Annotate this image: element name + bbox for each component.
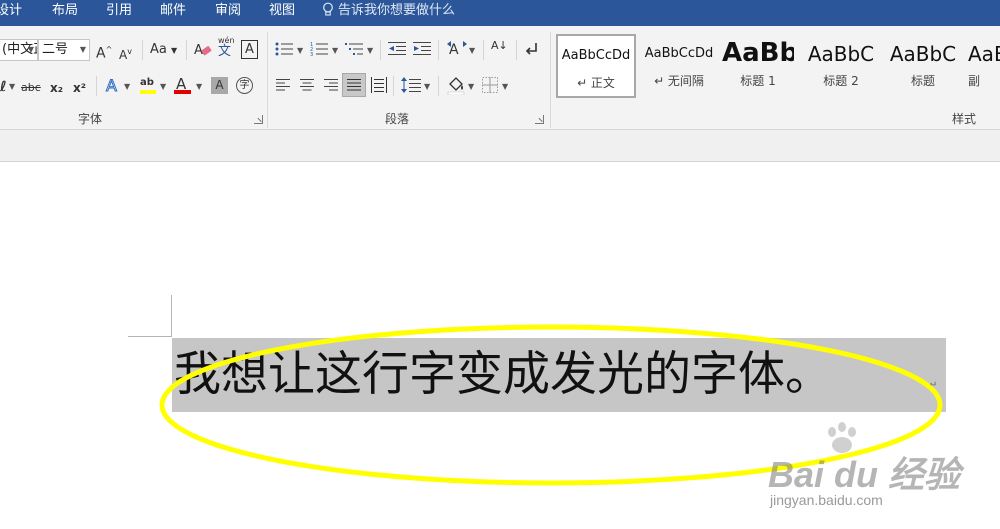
watermark-brand: Bai du 经验 — [768, 454, 961, 495]
baidu-watermark: Bai du 经验 jingyan.baidu.com — [760, 422, 961, 520]
watermark-site: jingyan.baidu.com — [770, 492, 883, 508]
